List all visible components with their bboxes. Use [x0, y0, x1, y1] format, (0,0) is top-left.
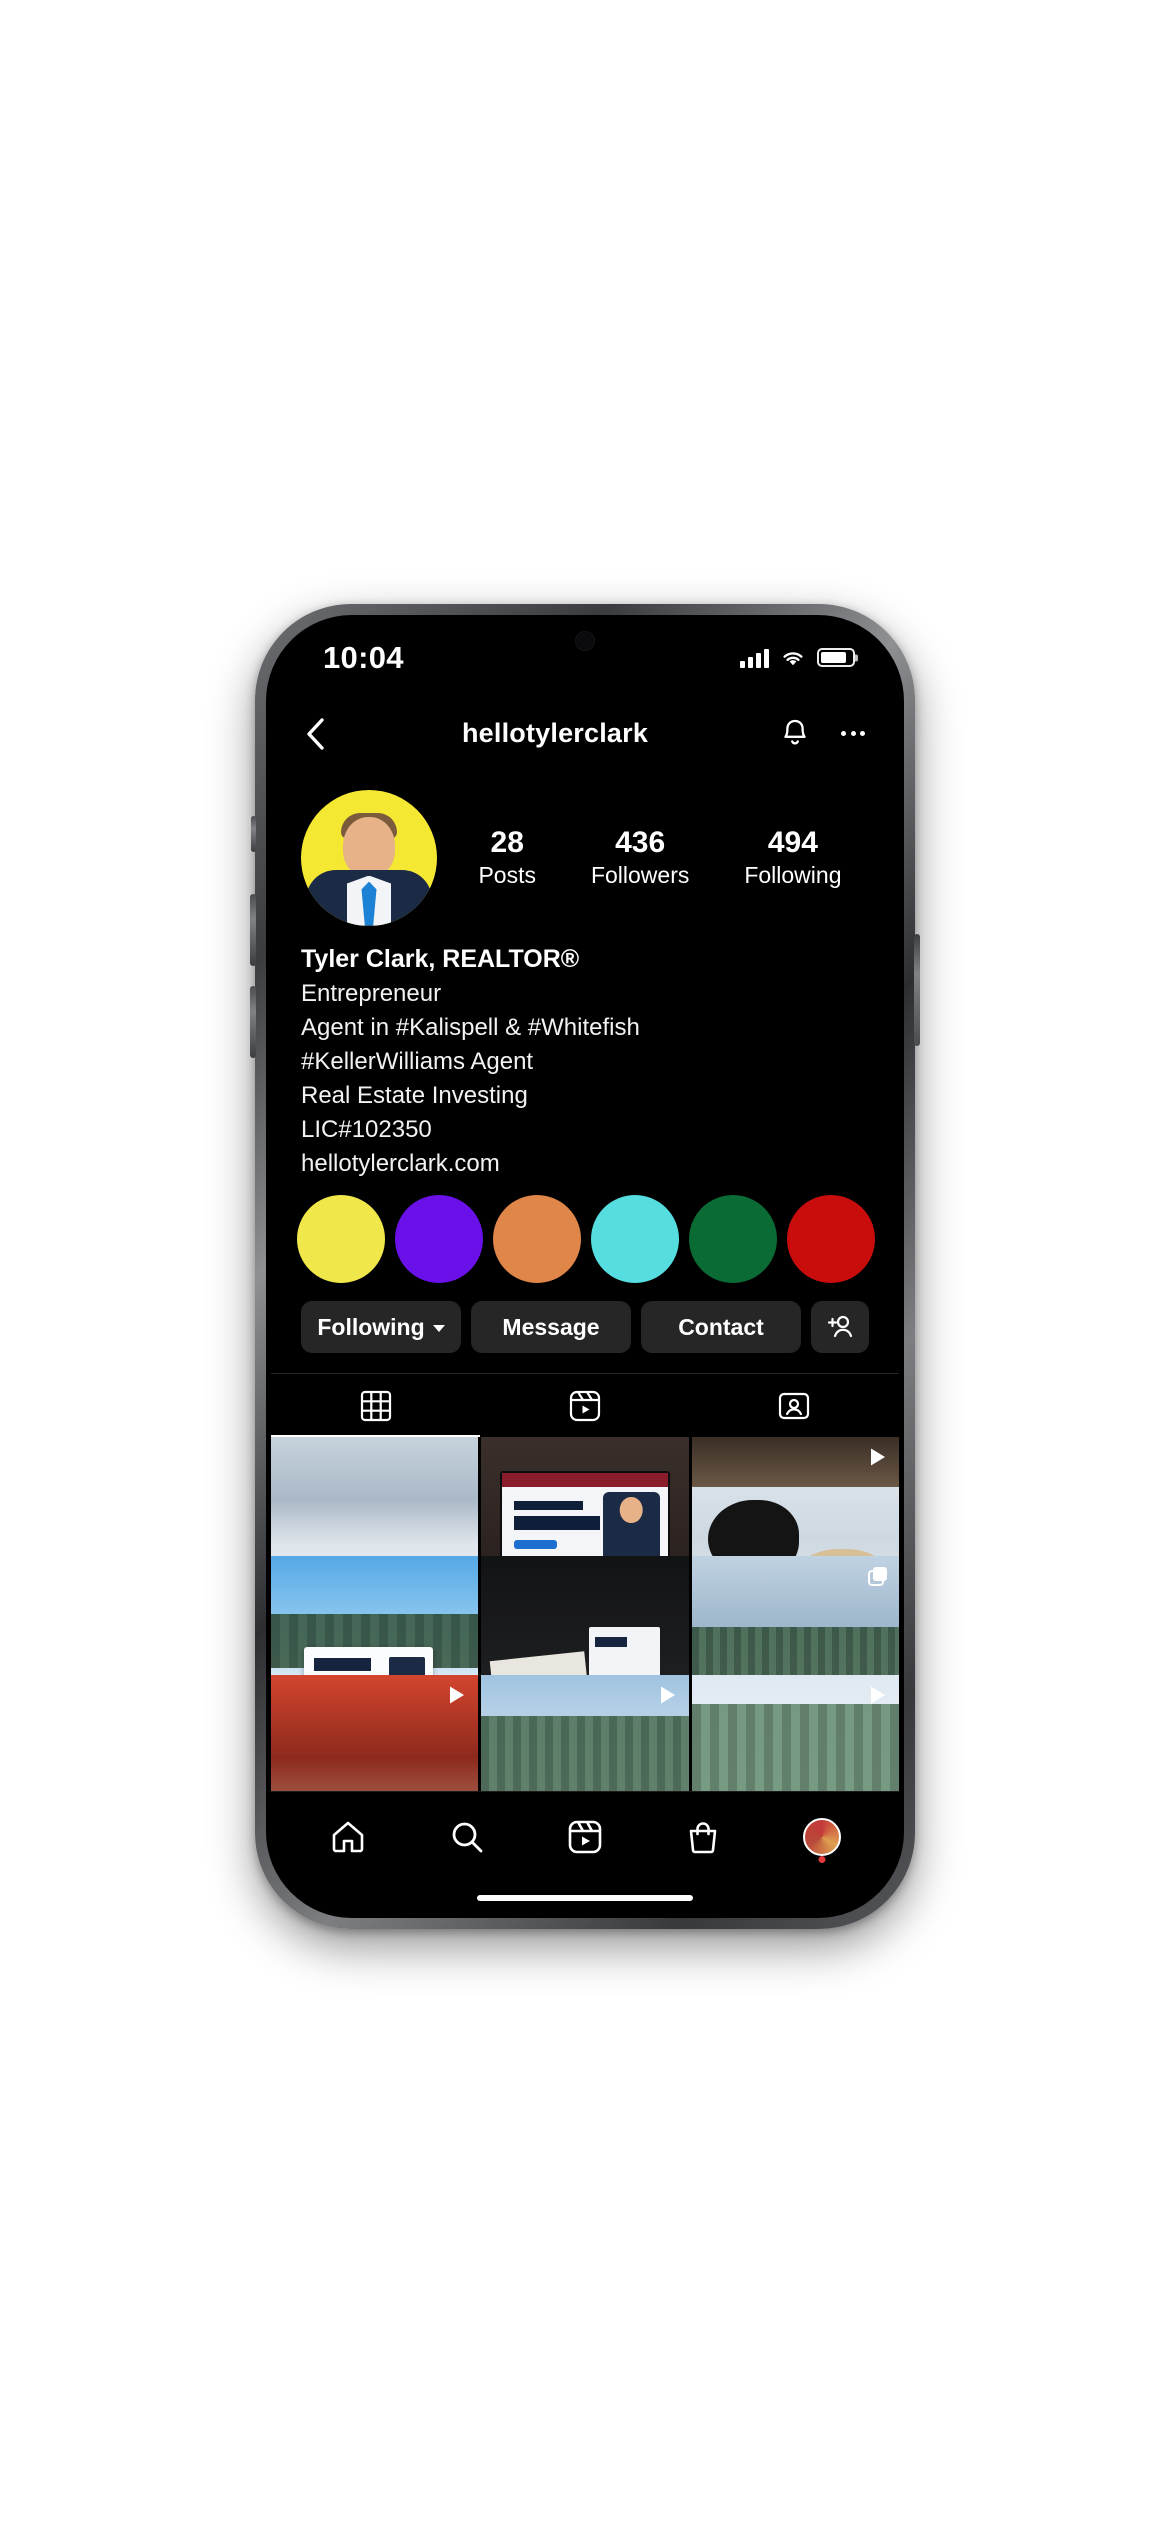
- profile-stats: 28 Posts 436 Followers 494 Following: [437, 826, 869, 890]
- reels-overlay-icon: [656, 1683, 680, 1712]
- highlight-cyan[interactable]: [591, 1195, 679, 1284]
- phone-device: 10:04 hellotylerclark 28 Posts 436 Follo…: [250, 603, 920, 1929]
- profile-header: 28 Posts 436 Followers 494 Following: [271, 772, 899, 926]
- page-title: hellotylerclark: [461, 718, 649, 748]
- stat-posts-label: Posts: [478, 862, 536, 889]
- bio-line-5: LIC#102350: [301, 1116, 432, 1144]
- power-button[interactable]: [914, 933, 920, 1046]
- highlight-purple[interactable]: [395, 1195, 483, 1284]
- battery-icon: [817, 648, 855, 667]
- shop-bag-icon: [690, 1822, 717, 1854]
- nav-actions: [779, 717, 865, 751]
- tab-grid[interactable]: [271, 1374, 481, 1438]
- contact-button[interactable]: Contact: [641, 1301, 801, 1354]
- status-indicators: [740, 648, 855, 668]
- volume-down-button[interactable]: [250, 985, 256, 1058]
- stat-following-label: Following: [744, 862, 842, 889]
- stat-following-count: 494: [767, 825, 818, 859]
- bio-website-link[interactable]: hellotylerclark.com: [301, 1147, 869, 1181]
- search-icon: [452, 1822, 482, 1853]
- add-person-icon: [827, 1316, 853, 1338]
- message-button[interactable]: Message: [471, 1301, 631, 1354]
- highlight-red[interactable]: [787, 1195, 875, 1284]
- highlight-orange[interactable]: [493, 1195, 581, 1284]
- post-snow-trees-3[interactable]: [691, 1674, 899, 1791]
- bio-line-4: Real Estate Investing: [301, 1082, 528, 1110]
- nav-home[interactable]: [329, 1818, 367, 1856]
- phone-bezel: 10:04 hellotylerclark 28 Posts 436 Follo…: [266, 614, 904, 1918]
- stat-posts-count: 28: [490, 825, 524, 859]
- reels-icon: [568, 1820, 602, 1854]
- stat-followers-count: 436: [615, 825, 666, 859]
- nav-profile[interactable]: [802, 1818, 841, 1863]
- post-red-reel[interactable]: [271, 1674, 479, 1791]
- reels-icon: [569, 1390, 601, 1422]
- chevron-down-icon: [432, 1325, 445, 1333]
- tab-reels[interactable]: [480, 1374, 689, 1437]
- reels-overlay-icon: [445, 1683, 469, 1712]
- bio-line-2: Agent in #Kalispell & #Whitefish: [301, 1014, 640, 1042]
- stat-followers-label: Followers: [590, 862, 690, 889]
- status-bar: 10:04: [271, 620, 899, 696]
- back-chevron-icon[interactable]: [301, 715, 331, 753]
- profile-bio: Tyler Clark, REALTOR® Entrepreneur Agent…: [271, 926, 899, 1182]
- stat-followers[interactable]: 436 Followers: [591, 826, 689, 890]
- volume-up-button[interactable]: [250, 893, 256, 966]
- tab-tagged[interactable]: [690, 1374, 899, 1437]
- silent-switch[interactable]: [251, 815, 256, 852]
- notification-dot: [818, 1856, 826, 1863]
- nav-search[interactable]: [448, 1818, 486, 1856]
- tagged-icon: [779, 1392, 810, 1420]
- stat-posts[interactable]: 28 Posts: [478, 826, 536, 890]
- grid-icon: [360, 1390, 391, 1422]
- following-button[interactable]: Following: [301, 1301, 461, 1354]
- cellular-signal-icon: [740, 648, 769, 668]
- post-snow-trees-2[interactable]: [481, 1674, 689, 1791]
- bio-line-1: Entrepreneur: [301, 980, 442, 1007]
- home-indicator-bar[interactable]: [271, 1882, 899, 1913]
- avatar-face: [343, 816, 395, 877]
- profile-action-buttons: Following Message Contact: [271, 1283, 899, 1354]
- bottom-navigation: [271, 1790, 899, 1883]
- posts-grid: [271, 1437, 899, 1791]
- bio-display-name: Tyler Clark, REALTOR®: [301, 944, 580, 973]
- profile-avatar[interactable]: [301, 789, 437, 926]
- front-camera-icon: [576, 631, 594, 650]
- profile-tabs: [271, 1373, 899, 1438]
- reels-overlay-icon: [866, 1445, 890, 1474]
- highlight-yellow[interactable]: [297, 1195, 385, 1284]
- profile-avatar-icon: [802, 1818, 841, 1863]
- wifi-icon: [783, 651, 803, 665]
- phone-screen: 10:04 hellotylerclark 28 Posts 436 Follo…: [271, 619, 899, 1913]
- screenshot-stage: 10:04 hellotylerclark 28 Posts 436 Follo…: [0, 0, 1170, 2532]
- bell-icon[interactable]: [779, 717, 811, 751]
- bio-line-3: #KellerWilliams Agent: [301, 1048, 534, 1076]
- following-button-label: Following: [317, 1313, 425, 1340]
- carousel-overlay-icon: [866, 1564, 890, 1593]
- home-icon: [332, 1821, 364, 1853]
- more-options-icon[interactable]: [841, 731, 865, 736]
- nav-shop[interactable]: [684, 1818, 722, 1856]
- highlight-green[interactable]: [689, 1195, 777, 1284]
- profile-nav-bar: hellotylerclark: [271, 696, 899, 772]
- stat-following[interactable]: 494 Following: [744, 826, 841, 890]
- status-clock: 10:04: [323, 639, 404, 675]
- nav-reels[interactable]: [566, 1818, 604, 1856]
- add-person-button[interactable]: [811, 1301, 869, 1354]
- story-highlights: [271, 1181, 899, 1284]
- reels-overlay-icon: [866, 1683, 890, 1712]
